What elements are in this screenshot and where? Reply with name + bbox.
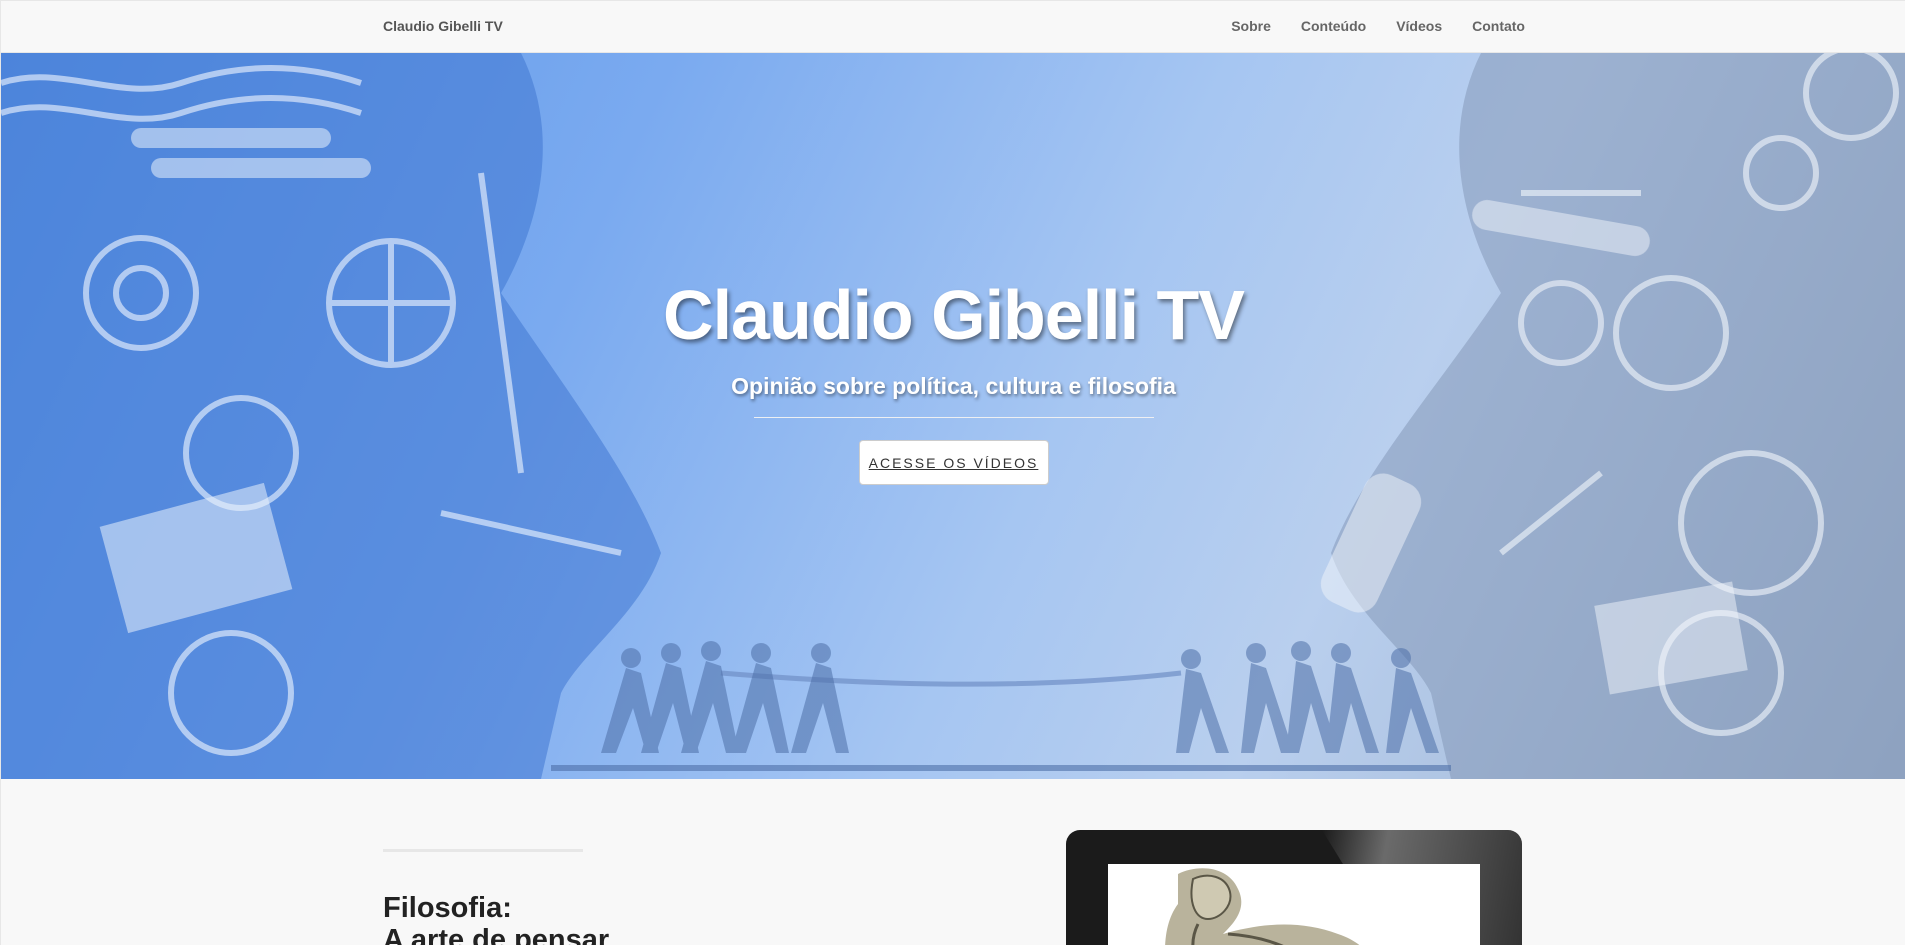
nav-link-videos[interactable]: Vídeos <box>1396 18 1442 34</box>
hero-content: Claudio Gibelli TV Opinião sobre polític… <box>1 275 1905 485</box>
nav-link-contato[interactable]: Contato <box>1472 18 1525 34</box>
section-subheading: A arte de pensar <box>383 924 610 945</box>
navbar: Claudio Gibelli TV Sobre Conteúdo Vídeos… <box>1 1 1905 53</box>
section-divider <box>383 849 583 852</box>
philosophy-section: Filosofia: A arte de pensar <box>1 779 1905 945</box>
nav-link-sobre[interactable]: Sobre <box>1231 18 1271 34</box>
nav-links: Sobre Conteúdo Vídeos Contato <box>1231 18 1525 34</box>
hero-section: Claudio Gibelli TV Opinião sobre polític… <box>1 53 1905 779</box>
nav-link-conteudo[interactable]: Conteúdo <box>1301 18 1366 34</box>
thinker-statue-image <box>1108 864 1480 945</box>
hero-title: Claudio Gibelli TV <box>663 276 1245 354</box>
section-heading: Filosofia: <box>383 892 512 924</box>
hero-subtitle: Opinião sobre política, cultura e filoso… <box>731 373 1176 399</box>
thinker-illustration <box>1108 864 1480 945</box>
access-videos-button[interactable]: Acesse os vídeos <box>858 440 1049 485</box>
tablet-image <box>1066 830 1522 945</box>
brand-link[interactable]: Claudio Gibelli TV <box>383 18 503 34</box>
hero-divider <box>753 417 1154 418</box>
